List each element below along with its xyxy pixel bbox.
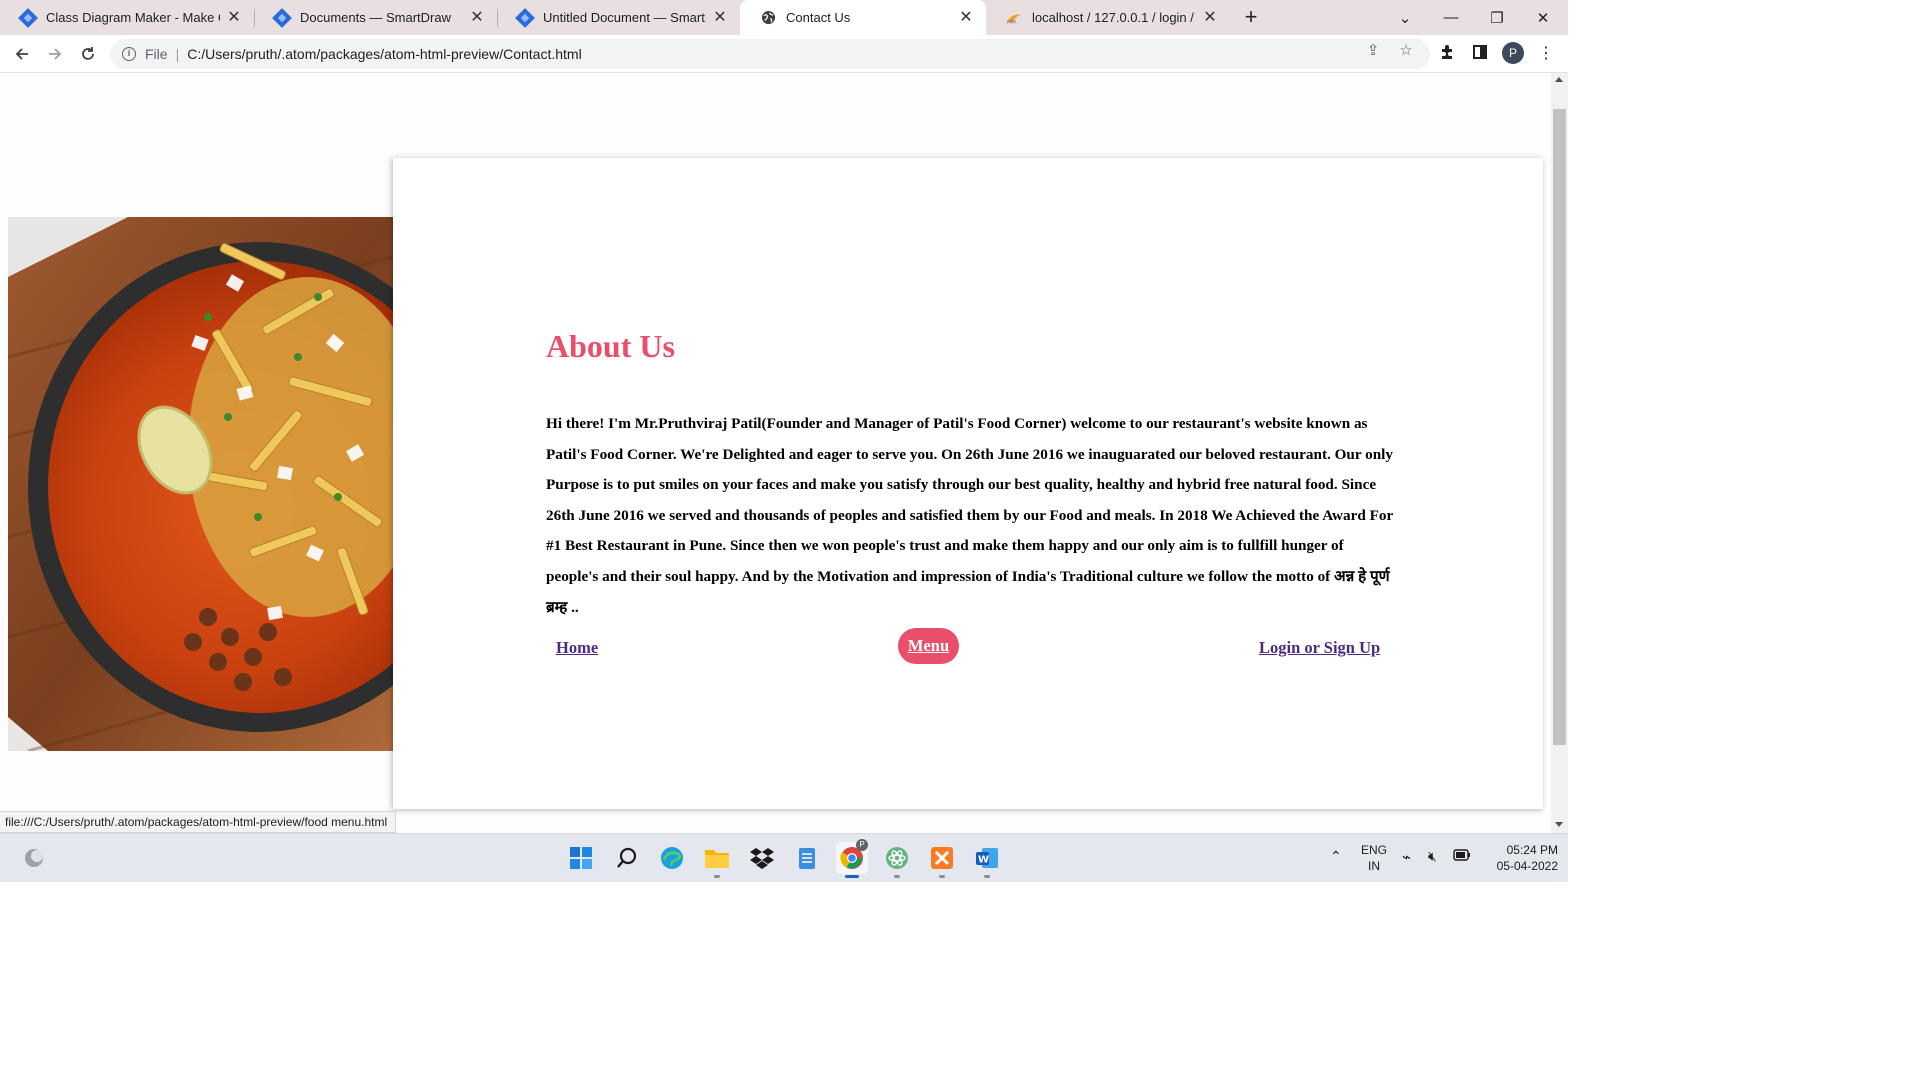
close-tab-icon[interactable]: ✕ — [1202, 9, 1218, 26]
start-menu-icon[interactable] — [565, 842, 597, 874]
menu-link[interactable]: Menu — [898, 628, 959, 664]
close-tab-icon[interactable]: ✕ — [226, 9, 242, 26]
address-divider: | — [175, 46, 180, 62]
close-tab-icon[interactable]: ✕ — [958, 9, 974, 26]
link-status-bubble: file:///C:/Users/pruth/.atom/packages/at… — [0, 811, 397, 833]
volume-muted-icon[interactable]: 🔇︎ — [1428, 848, 1437, 865]
atom-editor-icon[interactable] — [881, 842, 913, 878]
tab-title: Class Diagram Maker - Make Cla — [46, 10, 220, 25]
smartdraw-icon — [18, 7, 38, 28]
xampp-icon[interactable] — [926, 842, 958, 878]
tab-title: Untitled Document — SmartDraw — [543, 10, 706, 25]
phpmyadmin-icon: PMA — [1006, 10, 1022, 26]
network-icon[interactable]: ⌁ — [1402, 848, 1411, 866]
tab-strip: Class Diagram Maker - Make Cla ✕ Documen… — [0, 0, 1568, 35]
about-us-paragraph: Hi there! I'm Mr.Pruthviraj Patil(Founde… — [546, 415, 1393, 616]
address-url: C:/Users/pruth/.atom/packages/atom-html-… — [187, 46, 582, 62]
browser-menu-icon[interactable]: ⋮ — [1536, 44, 1556, 64]
page-viewport: About Us Hi there! I'm Mr.Pruthviraj Pat… — [0, 73, 1551, 833]
close-tab-icon[interactable]: ✕ — [469, 9, 485, 26]
reload-icon — [82, 47, 94, 60]
weather-widget-icon[interactable] — [18, 842, 50, 874]
edge-browser-icon[interactable] — [656, 842, 688, 874]
clock-time: 05:24 PM — [1506, 843, 1558, 857]
chrome-browser-icon[interactable]: P — [836, 839, 868, 878]
svg-text:W: W — [978, 855, 989, 866]
scroll-down-arrow-icon[interactable] — [1555, 822, 1563, 827]
reload-button[interactable] — [74, 40, 102, 68]
tab-title: Documents — SmartDraw — [300, 10, 451, 25]
tab-contact-us[interactable]: Contact Us ✕ — [740, 0, 986, 35]
battery-icon[interactable] — [1453, 849, 1471, 864]
page-scrollbar[interactable] — [1551, 73, 1568, 833]
about-us-card: About Us Hi there! I'm Mr.Pruthviraj Pat… — [393, 158, 1543, 809]
globe-icon — [760, 10, 776, 26]
smartdraw-icon — [515, 7, 535, 28]
share-icon[interactable]: ⇪ — [1364, 42, 1382, 60]
svg-text:PMA: PMA — [1007, 19, 1017, 25]
address-scheme: File — [145, 46, 168, 62]
word-icon[interactable]: W — [971, 842, 1003, 878]
search-icon[interactable] — [611, 842, 643, 874]
show-hidden-icons-icon[interactable]: ⌃ — [1330, 848, 1342, 865]
tab-untitled-document[interactable]: Untitled Document — SmartDraw ✕ — [497, 0, 740, 35]
close-tab-icon[interactable]: ✕ — [712, 9, 728, 26]
misal-pav-food-image — [8, 217, 393, 751]
home-link[interactable]: Home — [556, 638, 598, 658]
tab-search-icon[interactable]: ⌄ — [1382, 0, 1428, 35]
extensions-icon[interactable] — [1437, 44, 1457, 64]
file-explorer-icon[interactable] — [701, 842, 733, 878]
forward-button[interactable] — [41, 40, 69, 68]
new-tab-button[interactable]: + — [1238, 4, 1264, 30]
scrollbar-thumb[interactable] — [1553, 109, 1566, 745]
restore-button[interactable]: ❐ — [1474, 0, 1520, 35]
site-info-icon[interactable]: i — [122, 47, 136, 61]
side-panel-icon[interactable] — [1470, 44, 1490, 64]
dropbox-icon[interactable] — [746, 842, 778, 874]
about-us-heading: About Us — [546, 328, 675, 364]
tab-smartdraw-documents[interactable]: Documents — SmartDraw ✕ — [254, 0, 497, 35]
login-signup-link[interactable]: Login or Sign Up — [1259, 638, 1380, 658]
chrome-profile-badge: P — [856, 839, 868, 851]
region-label: IN — [1368, 859, 1380, 873]
profile-avatar[interactable]: P — [1502, 42, 1524, 64]
windows-taskbar: P W ⌃ ENG IN ⌁ 🔇︎ 05:24 PM 05-04-2022 — [0, 833, 1568, 882]
scroll-up-arrow-icon[interactable] — [1555, 77, 1563, 82]
bookmark-star-icon[interactable]: ☆ — [1397, 42, 1415, 60]
tab-title: Contact Us — [786, 10, 851, 25]
language-label: ENG — [1360, 843, 1387, 857]
notepad-icon[interactable] — [791, 842, 823, 874]
minimize-button[interactable]: — — [1428, 0, 1474, 35]
tab-title: localhost / 127.0.0.1 / login / sign — [1032, 10, 1196, 25]
browser-toolbar: i File | C:/Users/pruth/.atom/packages/a… — [0, 35, 1568, 73]
tab-phpmyadmin[interactable]: PMA localhost / 127.0.0.1 / login / sign… — [986, 0, 1230, 35]
smartdraw-icon — [272, 7, 292, 28]
clock-date: 05-04-2022 — [1496, 859, 1558, 873]
back-arrow-icon — [15, 48, 28, 60]
clock[interactable]: 05:24 PM 05-04-2022 — [1478, 842, 1558, 874]
forward-arrow-icon — [49, 48, 62, 60]
language-indicator[interactable]: ENG IN — [1358, 842, 1390, 874]
close-window-button[interactable]: ✕ — [1520, 0, 1566, 35]
tab-class-diagram[interactable]: Class Diagram Maker - Make Cla ✕ — [0, 0, 254, 35]
back-button[interactable] — [8, 40, 36, 68]
address-bar[interactable]: i File | C:/Users/pruth/.atom/packages/a… — [110, 39, 1430, 69]
